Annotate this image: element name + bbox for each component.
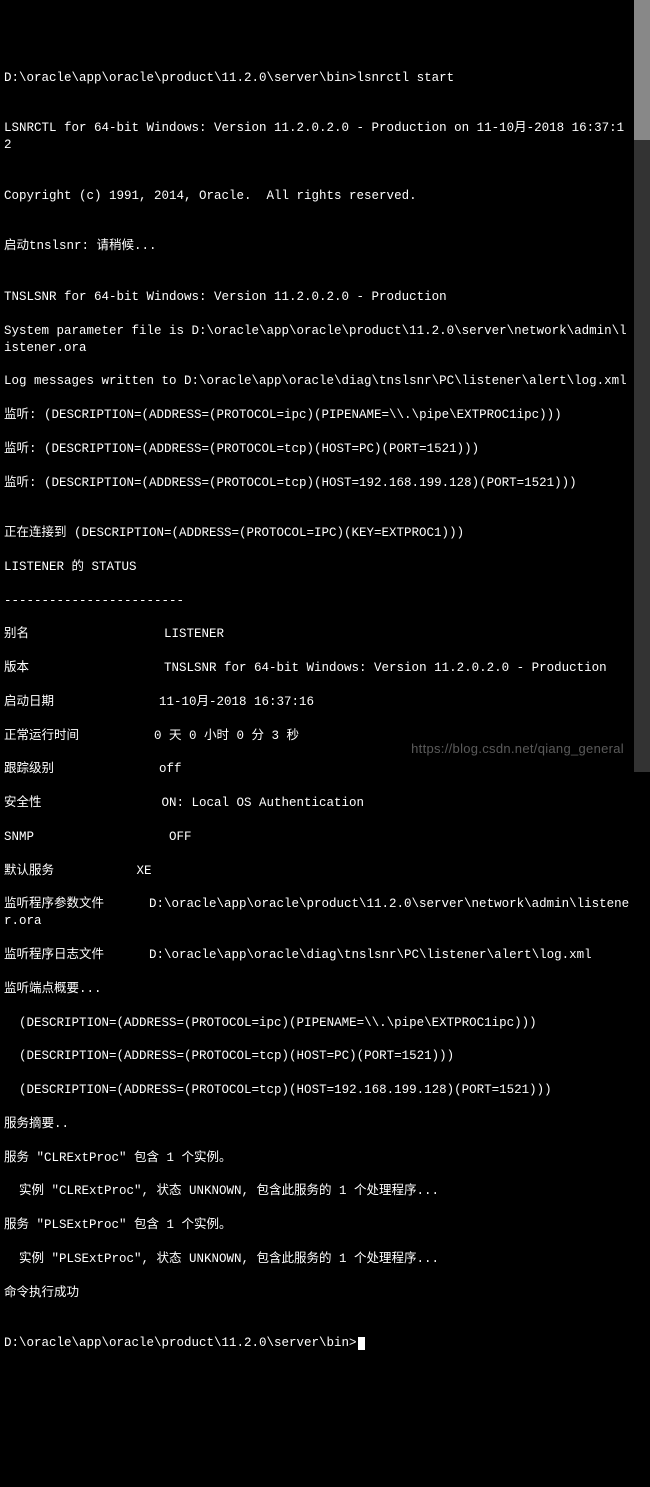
prompt-ready[interactable]: D:\oracle\app\oracle\product\11.2.0\serv… (4, 1335, 630, 1352)
endpoint-ipc: (DESCRIPTION=(ADDRESS=(PROTOCOL=ipc)(PIP… (4, 1015, 630, 1032)
copyright-line: Copyright (c) 1991, 2014, Oracle. All ri… (4, 188, 630, 205)
scrollbar-thumb[interactable] (634, 0, 650, 140)
prompt-path: D:\oracle\app\oracle\product\11.2.0\serv… (4, 1336, 357, 1350)
listen-endpoint-ipc: 监听: (DESCRIPTION=(ADDRESS=(PROTOCOL=ipc)… (4, 407, 630, 424)
starting-line: 启动tnslsnr: 请稍候... (4, 238, 630, 255)
log-msg-line: Log messages written to D:\oracle\app\or… (4, 373, 630, 390)
endpoints-header: 监听端点概要... (4, 981, 630, 998)
status-header: LISTENER 的 STATUS (4, 559, 630, 576)
cursor-icon (358, 1337, 365, 1350)
row-snmp: SNMP OFF (4, 829, 630, 846)
watermark-text: https://blog.csdn.net/qiang_general (411, 740, 624, 758)
success-line: 命令执行成功 (4, 1285, 630, 1302)
row-version: 版本 TNSLSNR for 64-bit Windows: Version 1… (4, 660, 630, 677)
tns-banner-line: TNSLSNR for 64-bit Windows: Version 11.2… (4, 289, 630, 306)
row-start-date: 启动日期 11-10月-2018 16:37:16 (4, 694, 630, 711)
divider-line: ------------------------ (4, 593, 630, 610)
instance-clr-line: 实例 "CLRExtProc", 状态 UNKNOWN, 包含此服务的 1 个处… (4, 1183, 630, 1200)
endpoint-tcp-ip: (DESCRIPTION=(ADDRESS=(PROTOCOL=tcp)(HOS… (4, 1082, 630, 1099)
service-clr-line: 服务 "CLRExtProc" 包含 1 个实例。 (4, 1150, 630, 1167)
connecting-line: 正在连接到 (DESCRIPTION=(ADDRESS=(PROTOCOL=IP… (4, 525, 630, 542)
param-file-line: System parameter file is D:\oracle\app\o… (4, 323, 630, 357)
prompt-line: D:\oracle\app\oracle\product\11.2.0\serv… (4, 70, 630, 87)
banner-line: LSNRCTL for 64-bit Windows: Version 11.2… (4, 120, 630, 154)
services-header: 服务摘要.. (4, 1116, 630, 1133)
row-alias: 别名 LISTENER (4, 626, 630, 643)
row-security: 安全性 ON: Local OS Authentication (4, 795, 630, 812)
listen-endpoint-tcp-ip: 监听: (DESCRIPTION=(ADDRESS=(PROTOCOL=tcp)… (4, 475, 630, 492)
listen-endpoint-tcp-pc: 监听: (DESCRIPTION=(ADDRESS=(PROTOCOL=tcp)… (4, 441, 630, 458)
instance-pls-line: 实例 "PLSExtProc", 状态 UNKNOWN, 包含此服务的 1 个处… (4, 1251, 630, 1268)
row-default-service: 默认服务 XE (4, 863, 630, 880)
service-pls-line: 服务 "PLSExtProc" 包含 1 个实例。 (4, 1217, 630, 1234)
endpoint-tcp-pc: (DESCRIPTION=(ADDRESS=(PROTOCOL=tcp)(HOS… (4, 1048, 630, 1065)
row-log-file: 监听程序日志文件 D:\oracle\app\oracle\diag\tnsls… (4, 947, 630, 964)
row-param-file: 监听程序参数文件 D:\oracle\app\oracle\product\11… (4, 896, 630, 930)
row-trace: 跟踪级别 off (4, 761, 630, 778)
